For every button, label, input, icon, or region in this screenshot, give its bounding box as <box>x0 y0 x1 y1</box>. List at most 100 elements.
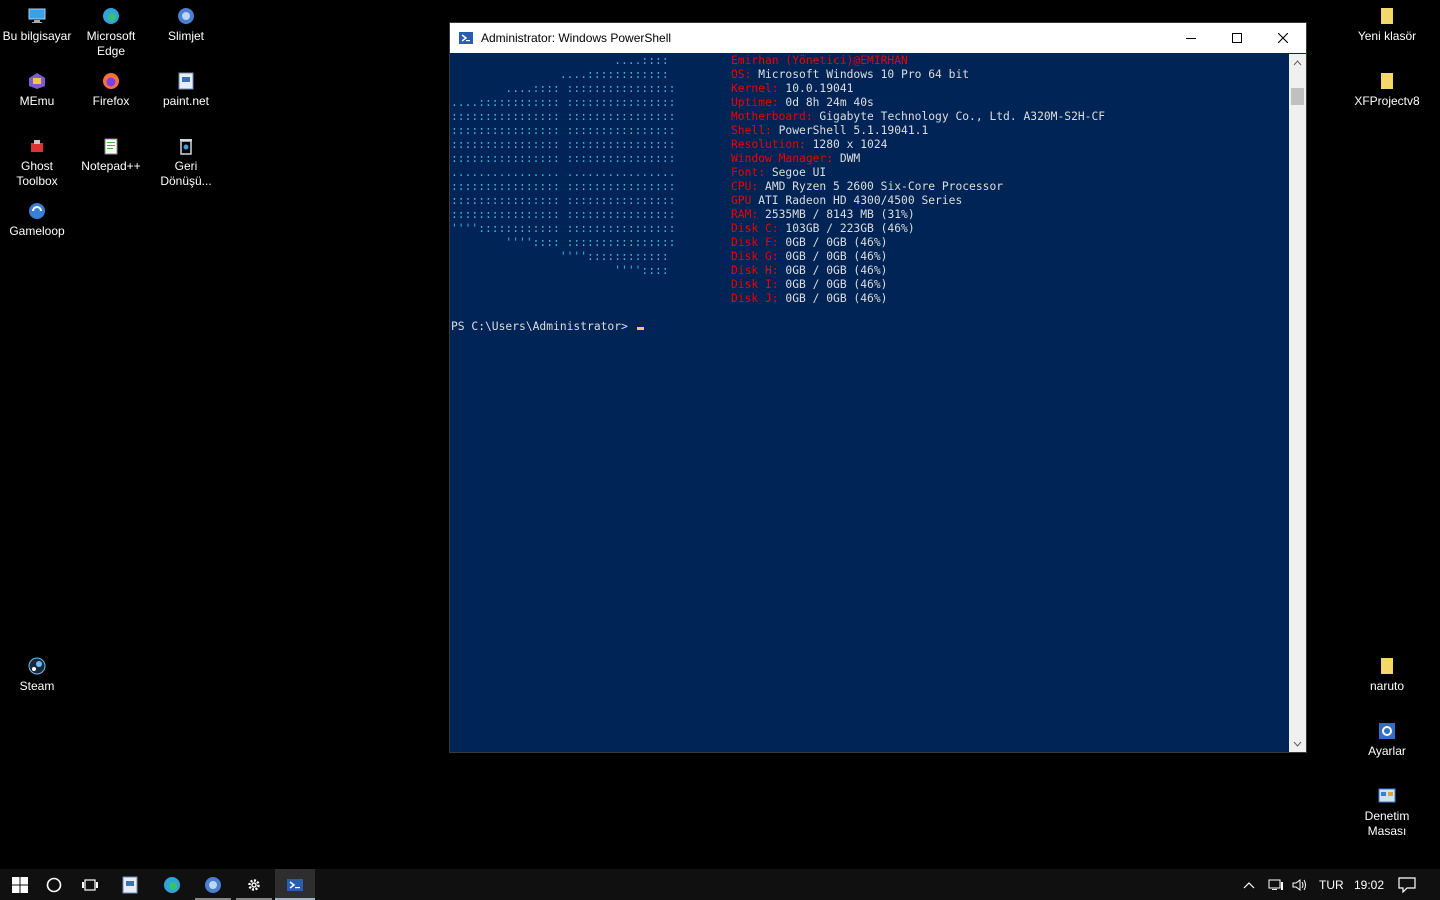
cortana-circle-icon <box>46 877 62 892</box>
desktop-icon-firefox[interactable]: Firefox <box>75 71 147 109</box>
chevron-down-icon <box>1293 741 1302 747</box>
control-panel-icon <box>1377 786 1397 806</box>
console-output[interactable]: ....:::: ....:::::::::::: ....:::: :::::… <box>450 54 1290 752</box>
folder-icon <box>1377 656 1397 676</box>
sysinfo-row: Kernel: 10.0.19041 <box>731 82 853 96</box>
sysinfo-key: Disk C: <box>731 222 779 235</box>
desktop-icon-slimjet[interactable]: Slimjet <box>150 6 222 44</box>
sysinfo-value: 2535MB / 8143 MB (31%) <box>758 208 915 221</box>
ascii-logo-line: :::::::::::::::: :::::::::::::::: <box>451 138 676 151</box>
desktop-icon-recycle-bin[interactable]: Geri Dönüşü... <box>150 136 222 189</box>
network-icon <box>1268 879 1283 890</box>
close-button[interactable] <box>1260 23 1306 53</box>
firefox-icon <box>101 71 121 91</box>
sysinfo-row: Font: Segoe UI <box>731 166 826 180</box>
window-titlebar[interactable]: Administrator: Windows PowerShell <box>450 23 1306 53</box>
desktop-icon-label: Denetim Masası <box>1364 809 1410 838</box>
desktop-icon-gameloop[interactable]: Gameloop <box>1 201 73 239</box>
scrollbar-thumb[interactable] <box>1291 88 1304 105</box>
slimjet-icon <box>205 876 221 893</box>
scroll-down-button[interactable] <box>1289 735 1306 752</box>
desktop-icon-notepadpp[interactable]: Notepad++ <box>75 136 147 174</box>
desktop-icon-label: paint.net <box>162 94 210 108</box>
sysinfo-row: RAM: 2535MB / 8143 MB (31%) <box>731 208 915 222</box>
computer-icon <box>27 6 47 26</box>
sysinfo-row: CPU: AMD Ryzen 5 2600 Six-Core Processor <box>731 180 1003 194</box>
ascii-logo-line: ................ ................ <box>451 166 676 179</box>
notification-icon <box>1398 876 1416 893</box>
sysinfo-value: 0GB / 0GB (46%) <box>778 278 888 291</box>
sysinfo-key: Resolution: <box>731 138 806 151</box>
vertical-scrollbar[interactable] <box>1289 54 1306 752</box>
taskbar: TUR 19:02 <box>0 869 1440 900</box>
network-button[interactable] <box>1268 869 1284 900</box>
desktop-icon-label: Firefox <box>92 94 130 108</box>
desktop-icon-paintnet[interactable]: paint.net <box>150 71 222 109</box>
ascii-logo-line: '''':::: :::::::::::::::: <box>451 236 676 249</box>
sysinfo-row: Disk F: 0GB / 0GB (46%) <box>731 236 887 250</box>
task-view-icon <box>82 878 98 891</box>
sysinfo-key: Disk G: <box>731 250 779 263</box>
settings-taskbar[interactable] <box>234 869 274 900</box>
ascii-logo-line: :::::::::::::::: :::::::::::::::: <box>451 180 676 193</box>
paintnet-taskbar[interactable] <box>110 869 150 900</box>
sysinfo-row: Motherboard: Gigabyte Technology Co., Lt… <box>731 110 1105 124</box>
powershell-taskbar[interactable] <box>275 869 315 900</box>
action-center-button[interactable] <box>1398 869 1416 900</box>
edge-icon <box>101 6 121 26</box>
paintnet-icon <box>122 876 138 893</box>
desktop-icon-yeni-klasor[interactable]: Yeni klasör <box>1351 6 1423 44</box>
sysinfo-key: OS: <box>731 68 752 81</box>
minimize-button[interactable] <box>1168 23 1214 53</box>
powershell-window: Administrator: Windows PowerShell ....::… <box>449 22 1307 753</box>
desktop-icon-ghost-toolbox[interactable]: Ghost Toolbox <box>1 136 73 189</box>
sysinfo-key: Disk F: <box>731 236 779 249</box>
clock[interactable]: 19:02 <box>1354 869 1384 900</box>
desktop-icon-label: Ghost Toolbox <box>16 159 58 188</box>
desktop-icon-label: Microsoft Edge <box>86 29 136 58</box>
sysinfo-key: Disk J: <box>731 292 779 305</box>
desktop-icon-steam[interactable]: Steam <box>1 656 73 694</box>
sysinfo-row: OS: Microsoft Windows 10 Pro 64 bit <box>731 68 969 82</box>
desktop-icon-naruto[interactable]: naruto <box>1351 656 1423 694</box>
desktop-icon-label: Steam <box>19 679 55 693</box>
search-button[interactable] <box>34 869 74 900</box>
steam-icon <box>27 656 47 676</box>
sysinfo-value: PowerShell 5.1.19041.1 <box>771 124 929 137</box>
sysinfo-value: 0d 8h 24m 40s <box>778 96 874 109</box>
gear-icon <box>248 878 260 891</box>
desktop-icon-label: Yeni klasör <box>1357 29 1417 43</box>
desktop-icon-ayarlar[interactable]: Ayarlar <box>1351 721 1423 759</box>
edge-taskbar[interactable] <box>152 869 192 900</box>
desktop-icon-xfprojectv8[interactable]: XFProjectv8 <box>1351 71 1423 109</box>
input-language-button[interactable]: TUR <box>1319 869 1344 900</box>
volume-button[interactable] <box>1292 869 1308 900</box>
sysinfo-value: 1280 x 1024 <box>805 138 888 151</box>
minimize-icon <box>1186 38 1196 39</box>
desktop-icon-bu-bilgisayar[interactable]: Bu bilgisayar <box>1 6 73 44</box>
sysinfo-key: CPU: <box>731 180 759 193</box>
folder-icon <box>1377 6 1397 26</box>
scroll-up-button[interactable] <box>1289 54 1306 71</box>
sysinfo-key: Motherboard: <box>731 110 813 123</box>
recycle-bin-icon <box>176 136 196 156</box>
desktop-icon-label: Ayarlar <box>1368 744 1406 758</box>
sysinfo-value: 0GB / 0GB (46%) <box>778 250 888 263</box>
sysinfo-value: 0GB / 0GB (46%) <box>778 292 888 305</box>
maximize-button[interactable] <box>1214 23 1260 53</box>
show-hidden-icons-button[interactable] <box>1243 869 1255 900</box>
task-view-button[interactable] <box>70 869 110 900</box>
desktop-icon-denetim-masasi[interactable]: Denetim Masası <box>1351 786 1423 839</box>
desktop-icon-memu[interactable]: MEmu <box>1 71 73 109</box>
slimjet-taskbar[interactable] <box>193 869 233 900</box>
chevron-up-icon <box>1293 59 1302 65</box>
sysinfo-row: Disk G: 0GB / 0GB (46%) <box>731 250 887 264</box>
ascii-logo-line: '''':::: <box>451 264 669 277</box>
sysinfo-key: Kernel: <box>731 82 779 95</box>
window-title: Administrator: Windows PowerShell <box>481 31 672 45</box>
desktop-icon-microsoft-edge[interactable]: Microsoft Edge <box>75 6 147 59</box>
sysinfo-key: Disk H: <box>731 264 779 277</box>
sysinfo-row: Disk I: 0GB / 0GB (46%) <box>731 278 887 292</box>
gameloop-icon <box>27 201 47 221</box>
sysinfo-row: Window Manager: DWM <box>731 152 860 166</box>
